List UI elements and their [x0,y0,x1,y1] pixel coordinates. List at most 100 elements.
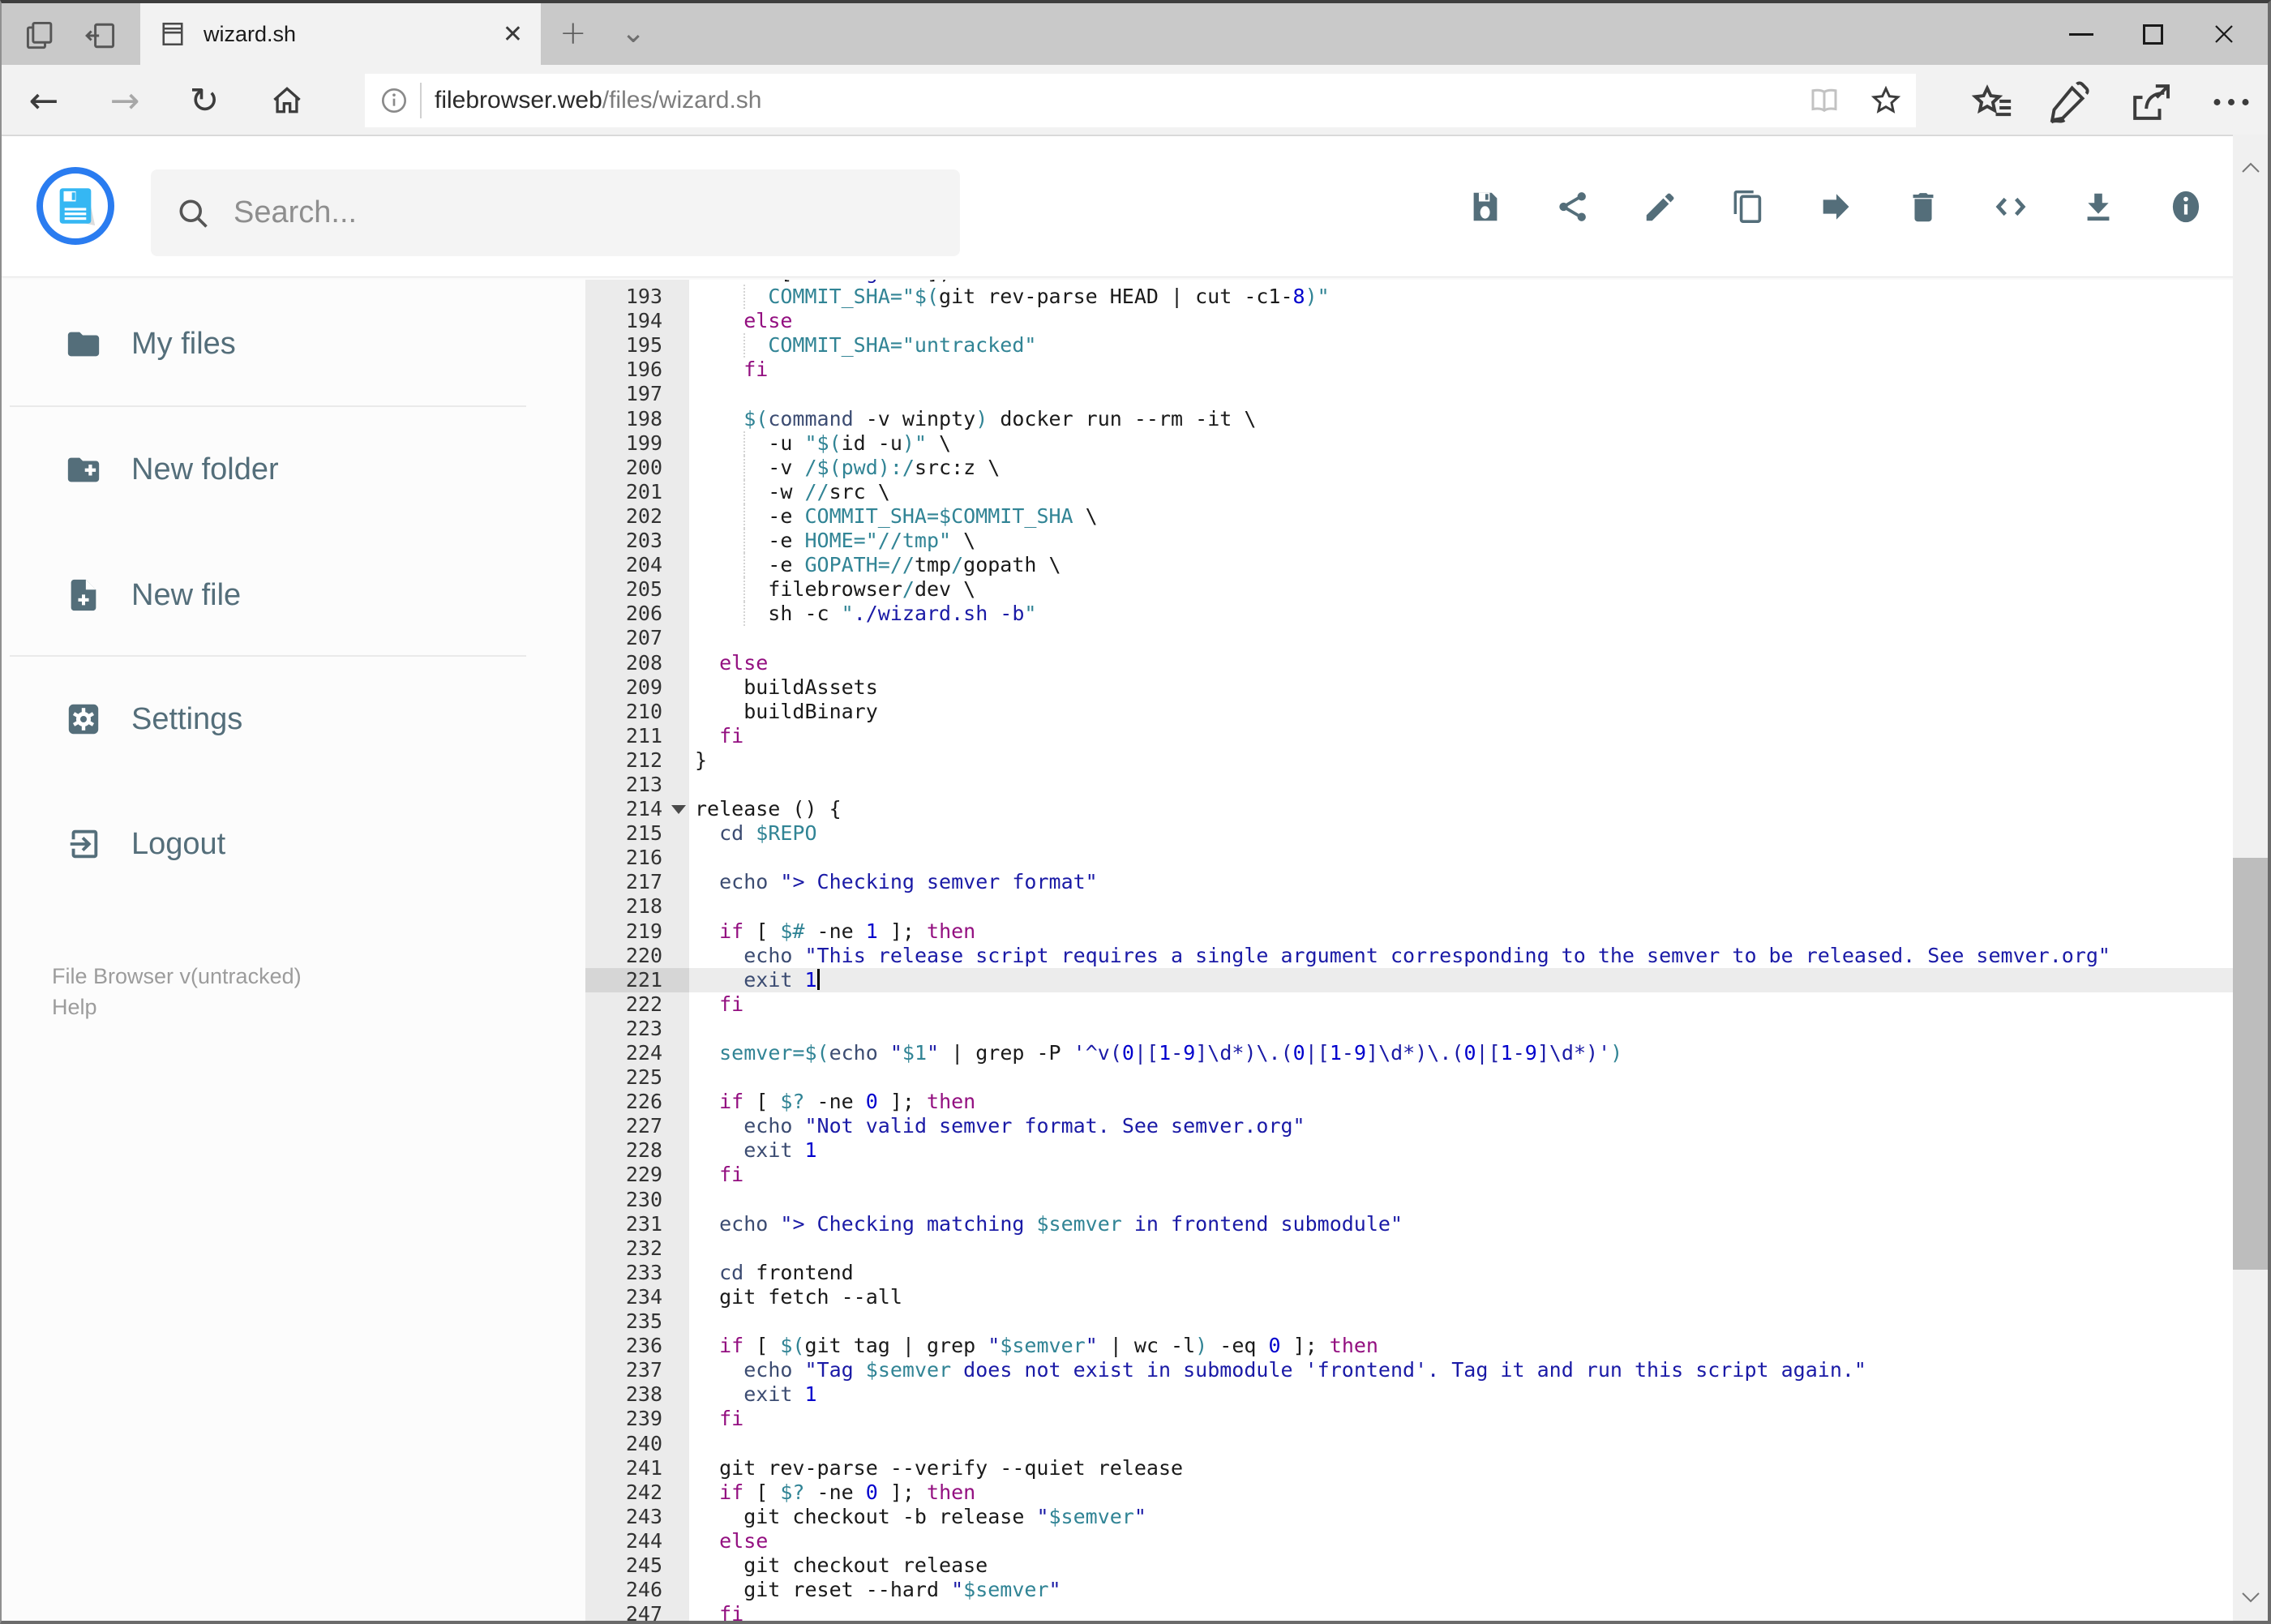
code-line[interactable]: 211 fi [585,723,2236,748]
code-line-text[interactable]: else [689,1529,2236,1553]
filebrowser-logo[interactable] [36,167,114,245]
code-line[interactable]: 221 exit 1 [585,967,2236,992]
code-line[interactable]: 200 -v /$(pwd):/src:z \ [585,455,2236,480]
sidebar-item-new-file[interactable]: New file [2,551,537,640]
browser-tab[interactable]: wizard.sh ✕ [140,3,541,65]
search-input[interactable] [232,195,897,231]
code-line-text[interactable]: cd $REPO [689,821,2236,846]
sidebar-item-new-folder[interactable]: New folder [2,425,537,514]
code-line[interactable]: 227 echo "Not valid semver format. See s… [585,1114,2236,1139]
code-line-text[interactable]: fi [689,1407,2236,1431]
code-line-text[interactable]: fi [689,1163,2236,1187]
refresh-button[interactable]: ↻ [180,76,229,125]
code-line[interactable]: 222 fi [585,992,2236,1017]
download-button[interactable] [2080,188,2117,225]
code-line[interactable]: 232 [585,1236,2236,1261]
code-line[interactable]: 203 -e HOME="//tmp" \ [585,529,2236,554]
code-line-text[interactable]: buildAssets [689,675,2236,700]
code-line[interactable]: 196 fi [585,358,2236,383]
code-line-text[interactable]: git rev-parse --verify --quiet release [689,1456,2236,1480]
code-line[interactable]: 218 [585,894,2236,919]
code-line[interactable]: 235 [585,1309,2236,1335]
rename-edit-button[interactable] [1642,188,1679,225]
tab-close-icon[interactable]: ✕ [503,20,523,49]
code-line-text[interactable]: } [689,748,2236,773]
code-line-text[interactable]: fi [689,1602,2236,1621]
code-line[interactable]: 214 release () { [585,797,2236,822]
code-line-text[interactable]: sh -c "./wizard.sh -b" [689,602,2236,627]
code-line[interactable]: 237 echo "Tag $semver does not exist in … [585,1358,2236,1383]
code-line[interactable]: 224 semver=$(echo "$1" | grep -P '^v(0|[… [585,1041,2236,1066]
code-line-text[interactable]: -e GOPATH=//tmp/gopath \ [689,553,2236,578]
code-line-text[interactable]: git checkout -b release "$semver" [689,1505,2236,1529]
scroll-down-arrow[interactable] [2233,1585,2268,1609]
code-line-text[interactable]: buildBinary [689,700,2236,724]
code-line[interactable]: 234 git fetch --all [585,1284,2236,1310]
code-line[interactable]: 199 -u "$(id -u)" \ [585,431,2236,456]
code-line[interactable]: 228 exit 1 [585,1138,2236,1163]
help-link[interactable]: Help [52,992,302,1022]
share-button[interactable] [1554,188,1592,225]
code-line[interactable]: 195 COMMIT_SHA="untracked" [585,333,2236,358]
code-line-text[interactable] [689,382,2236,406]
share-icon[interactable] [2128,79,2174,125]
code-line-text[interactable]: exit 1 [689,967,2236,992]
code-line[interactable]: 233 cd frontend [585,1260,2236,1285]
code-line-text[interactable]: echo "> Checking matching $semver in fro… [689,1212,2236,1236]
code-line-text[interactable]: echo "Tag $semver does not exist in subm… [689,1358,2236,1382]
code-line-text[interactable]: exit 1 [689,1138,2236,1163]
scroll-up-arrow[interactable] [2233,156,2268,180]
code-line-text[interactable]: COMMIT_SHA="$(git rev-parse HEAD | cut -… [689,285,2236,310]
code-line-text[interactable]: else [689,651,2236,675]
move-button[interactable] [1817,188,1854,225]
code-line[interactable]: 204 -e GOPATH=//tmp/gopath \ [585,553,2236,578]
code-line[interactable]: 225 [585,1065,2236,1091]
code-editor[interactable]: 192 if [ -d ".git" ]; then193 COMMIT_SHA… [585,280,2236,1621]
set-tabs-aside-icon[interactable] [83,18,118,54]
code-line[interactable]: 209 buildAssets [585,675,2236,700]
code-line-text[interactable]: echo "> Checking semver format" [689,870,2236,894]
code-line[interactable]: 247 fi [585,1602,2236,1621]
window-maximize-button[interactable] [2117,3,2188,65]
code-line-text[interactable] [689,1188,2236,1212]
code-line[interactable]: 230 [585,1187,2236,1212]
code-line-text[interactable]: exit 1 [689,1382,2236,1407]
save-button[interactable] [1467,188,1504,225]
code-line[interactable]: 202 -e COMMIT_SHA=$COMMIT_SHA \ [585,503,2236,529]
favorites-hub-icon[interactable] [1970,79,2016,125]
web-note-pen-icon[interactable] [2046,79,2091,125]
code-line-text[interactable]: COMMIT_SHA="untracked" [689,333,2236,358]
delete-button[interactable] [1905,188,1942,225]
new-tab-button[interactable]: + [559,15,587,52]
code-line-text[interactable]: fi [689,724,2236,748]
forward-button[interactable]: → [101,76,149,125]
code-line[interactable]: 236 if [ $(git tag | grep "$semver" | wc… [585,1334,2236,1359]
code-line[interactable]: 229 fi [585,1163,2236,1188]
code-line-text[interactable] [689,894,2236,919]
code-line-text[interactable]: -e COMMIT_SHA=$COMMIT_SHA \ [689,503,2236,529]
tab-menu-chevron-icon[interactable]: ⌄ [621,16,645,49]
code-line[interactable]: 240 [585,1431,2236,1456]
code-line-text[interactable]: -e HOME="//tmp" \ [689,529,2236,554]
code-line[interactable]: 245 git checkout release [585,1553,2236,1579]
code-line-text[interactable]: if [ $(git tag | grep "$semver" | wc -l)… [689,1334,2236,1358]
code-line[interactable]: 194 else [585,309,2236,334]
code-line[interactable]: 219 if [ $# -ne 1 ]; then [585,919,2236,944]
window-minimize-button[interactable] [2046,3,2117,65]
code-line[interactable]: 243 git checkout -b release "$semver" [585,1504,2236,1529]
code-line[interactable]: 197 [585,382,2236,407]
code-line[interactable]: 210 buildBinary [585,699,2236,724]
site-info-icon[interactable] [378,84,410,117]
page-scrollbar[interactable] [2233,135,2268,1621]
code-line[interactable]: 206 sh -c "./wizard.sh -b" [585,602,2236,627]
code-line[interactable]: 198 $(command -v winpty) docker run --rm… [585,406,2236,431]
info-button[interactable] [2167,188,2205,225]
code-line[interactable]: 213 [585,772,2236,798]
code-line[interactable]: 231 echo "> Checking matching $semver in… [585,1211,2236,1236]
code-line-text[interactable] [689,1236,2236,1261]
code-line[interactable]: 217 echo "> Checking semver format" [585,870,2236,895]
code-line-text[interactable]: fi [689,992,2236,1017]
window-close-button[interactable] [2188,3,2260,65]
more-options-icon[interactable] [2209,79,2254,125]
code-line-text[interactable]: if [ $? -ne 0 ]; then [689,1480,2236,1505]
